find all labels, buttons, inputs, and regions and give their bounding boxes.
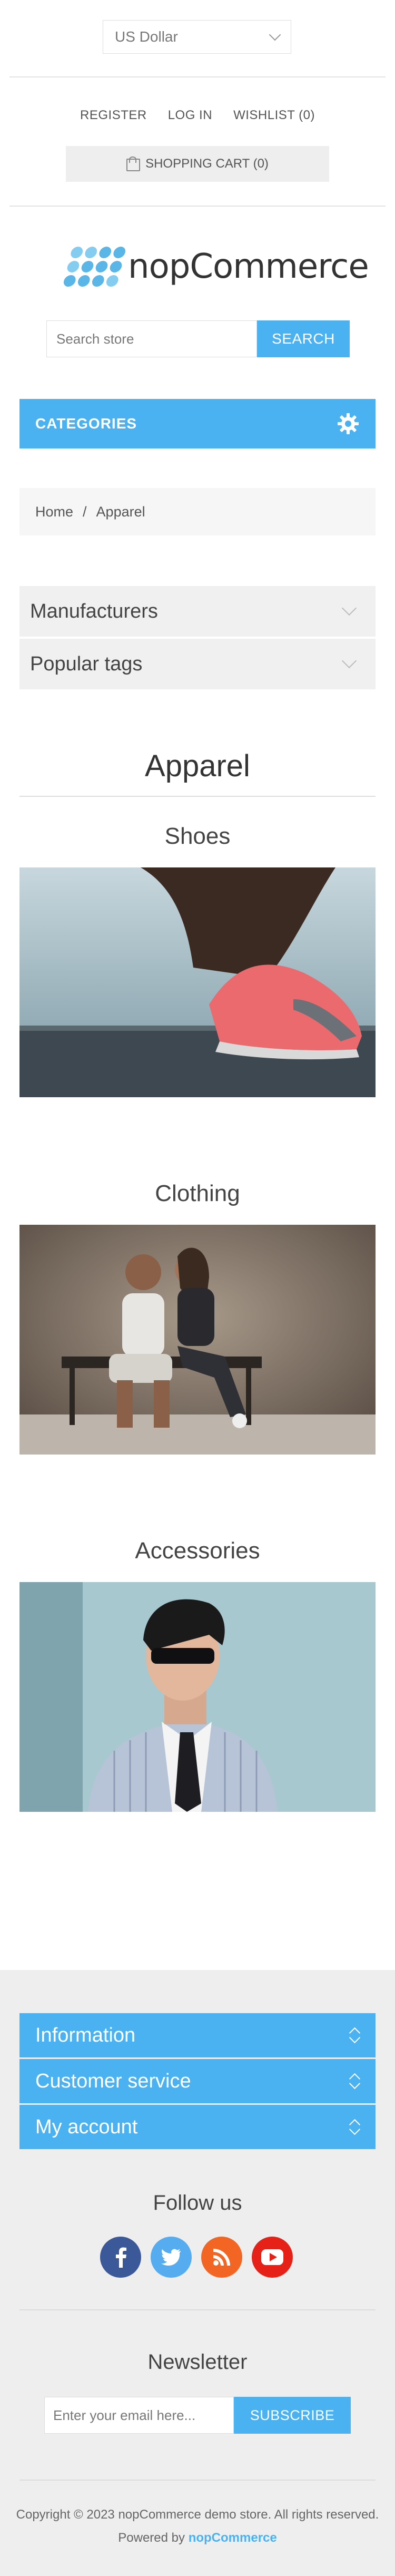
powered-by: Powered by nopCommerce [0, 2531, 395, 2545]
header-links: REGISTER LOG IN WISHLIST (0) SHOPPING CA… [0, 76, 395, 206]
page: US Dollar REGISTER LOG IN WISHLIST (0) S… [0, 0, 395, 2576]
header-divider-2 [9, 206, 386, 207]
newsletter-title: Newsletter [147, 2350, 248, 2374]
expand-collapse-icon [349, 2072, 360, 2091]
manufacturers-block-toggle[interactable]: Manufacturers [19, 586, 376, 637]
accessories-picture [19, 1582, 376, 1812]
footer-my-account-title: My account [35, 2115, 138, 2138]
subcategory-title-shoes[interactable]: Shoes [19, 823, 376, 850]
newsletter-email-input[interactable]: Enter your email here... [44, 2397, 234, 2434]
breadcrumb-current: Apparel [96, 503, 145, 520]
newsletter-form: Enter your email here... SUBSCRIBE [44, 2397, 351, 2434]
search-input[interactable]: Search store [46, 320, 257, 357]
chevron-down-icon [341, 600, 357, 616]
footer-information-toggle[interactable]: Information [19, 2013, 376, 2057]
wishlist-link[interactable]: WISHLIST (0) [233, 108, 315, 123]
page-title: Apparel [145, 749, 250, 783]
popular-tags-title: Popular tags [30, 652, 143, 675]
subcategory-title-clothing[interactable]: Clothing [19, 1180, 376, 1207]
subcategory-title-accessories[interactable]: Accessories [19, 1538, 376, 1564]
rss-icon[interactable] [201, 2237, 242, 2278]
login-link[interactable]: LOG IN [168, 108, 212, 123]
site-logo[interactable]: nopCommerce [62, 247, 369, 287]
shopping-cart-link[interactable]: SHOPPING CART (0) [66, 146, 329, 182]
popular-tags-block-toggle[interactable]: Popular tags [19, 639, 376, 689]
footer-divider [19, 2309, 376, 2310]
breadcrumb-separator: / [83, 503, 87, 520]
facebook-icon[interactable] [100, 2237, 141, 2278]
register-link[interactable]: REGISTER [80, 108, 147, 123]
subscribe-button[interactable]: SUBSCRIBE [234, 2397, 351, 2434]
gear-icon [338, 413, 359, 434]
footer-my-account-toggle[interactable]: My account [19, 2105, 376, 2149]
header-links-row: REGISTER LOG IN WISHLIST (0) [0, 108, 395, 123]
categories-toggle[interactable]: CATEGORIES [19, 399, 376, 448]
breadcrumb-home-link[interactable]: Home [35, 504, 73, 520]
powered-by-prefix: Powered by [118, 2531, 185, 2545]
shoes-picture [19, 867, 376, 1097]
footer-customer-service-toggle[interactable]: Customer service [19, 2059, 376, 2103]
expand-collapse-icon [349, 2118, 360, 2136]
logo-mark-icon [62, 247, 127, 287]
shopping-cart-label: SHOPPING CART (0) [145, 157, 269, 171]
expand-collapse-icon [349, 2026, 360, 2045]
clothing-picture [19, 1225, 376, 1455]
categories-label: CATEGORIES [35, 415, 137, 432]
search-box: Search store SEARCH [46, 320, 350, 357]
manufacturers-title: Manufacturers [30, 600, 158, 622]
subcategory-image-clothing[interactable] [19, 1225, 376, 1455]
shopping-bag-icon [126, 157, 141, 171]
subcategory-image-accessories[interactable] [19, 1582, 376, 1812]
currency-selected-value: US Dollar [115, 28, 178, 45]
search-button[interactable]: SEARCH [257, 320, 350, 357]
youtube-icon[interactable] [252, 2237, 293, 2278]
subcategory-image-shoes[interactable] [19, 867, 376, 1097]
header-upper: US Dollar [0, 0, 395, 76]
follow-us-title: Follow us [153, 2191, 242, 2214]
title-divider [19, 796, 376, 797]
footer-information-title: Information [35, 2024, 136, 2046]
social-links [100, 2237, 293, 2278]
footer-customer-service-title: Customer service [35, 2070, 191, 2092]
powered-by-link[interactable]: nopCommerce [189, 2531, 277, 2545]
chevron-down-icon [269, 28, 281, 41]
copyright-text: Copyright © 2023 nopCommerce demo store.… [16, 2507, 379, 2522]
twitter-icon[interactable] [151, 2237, 192, 2278]
footer-divider-2 [19, 2480, 376, 2481]
currency-select[interactable]: US Dollar [103, 20, 291, 54]
logo-text: nopCommerce [128, 247, 369, 286]
breadcrumb: Home / Apparel [19, 488, 376, 535]
chevron-down-icon [341, 653, 357, 669]
